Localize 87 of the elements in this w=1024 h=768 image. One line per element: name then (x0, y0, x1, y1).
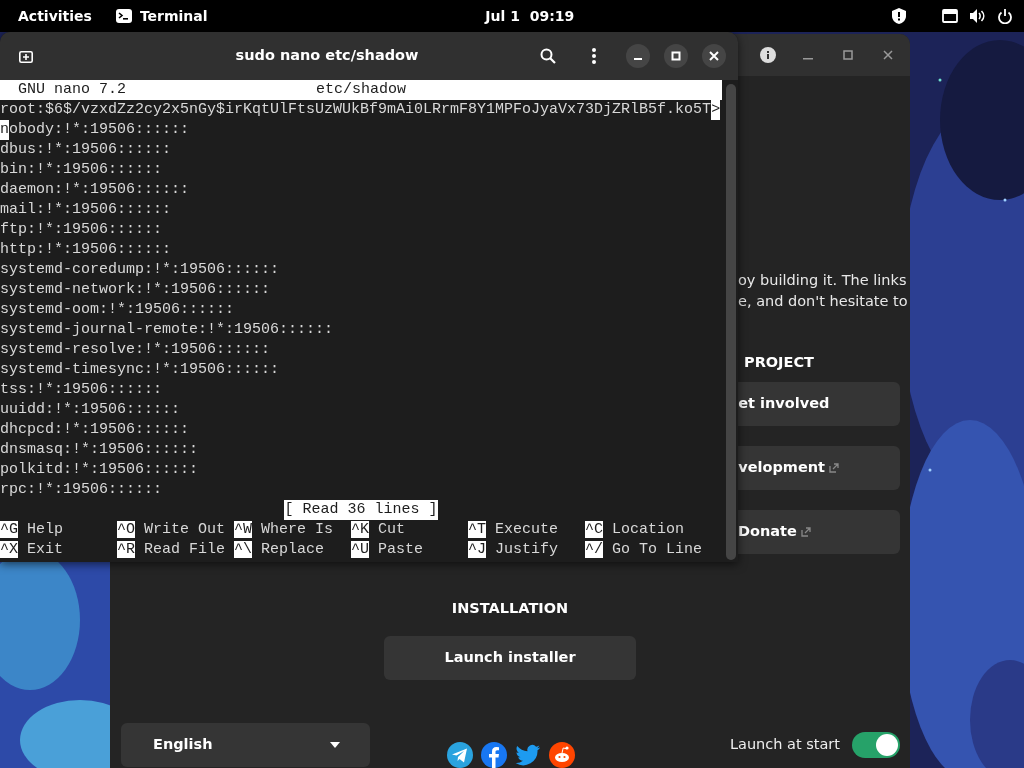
power-icon[interactable] (998, 8, 1012, 24)
shortcut-label: Location (612, 521, 685, 538)
search-icon (540, 48, 556, 64)
window-title: sudo nano etc/shadow (235, 46, 419, 66)
shortcut-label: Justify (495, 541, 559, 558)
clock[interactable]: Jul 1 09:19 (485, 5, 575, 27)
overflow-marker: > (711, 100, 721, 120)
close-icon (709, 51, 719, 61)
shield-icon[interactable] (892, 8, 906, 24)
project-link-button[interactable]: velopment (738, 446, 900, 491)
toggle-switch[interactable] (852, 732, 900, 758)
status-message: [ Read 36 lines ] (284, 500, 438, 520)
file-line: dhcpcd:!*:19506:::::: (0, 420, 190, 440)
caret-icon (330, 742, 340, 748)
section-heading: PROJECT (744, 354, 814, 371)
intro-text: e, and don't hesitate to (738, 292, 909, 312)
shortcut-key: ^K (351, 521, 369, 538)
section-heading: INSTALLATION (450, 599, 570, 619)
shortcut-key: ^W (234, 521, 252, 538)
paper-plane-icon[interactable] (447, 742, 473, 768)
minimize-icon (803, 57, 813, 60)
editor-version: GNU nano 7.2 (17, 80, 128, 100)
shortcut-key: ^C (585, 521, 603, 538)
file-line: root:$6$/vzxdZz2cy2x5nGy$irKqtUlFtsUzWUkBf9mAi0LRrmF8Y1MPFoJyaVx73DjZRlB5f.ko5T (0, 100, 712, 120)
shortcut-key: ^/ (585, 541, 603, 558)
file-line: systemd-coredump:!*:19506:::::: (0, 260, 280, 280)
app-menu[interactable]: Terminal (139, 5, 208, 27)
file-line: rpc:!*:19506:::::: (0, 480, 163, 500)
file-line: http:!*:19506:::::: (0, 240, 172, 260)
close-icon (883, 49, 893, 60)
shortcut-label: Go To Line (612, 541, 703, 558)
shortcut-label: Write Out (144, 521, 226, 538)
file-line: bin:!*:19506:::::: (0, 160, 163, 180)
file-line: ftp:!*:19506:::::: (0, 220, 163, 240)
shortcut-key: ^O (117, 521, 135, 538)
file-line: systemd-network:!*:19506:::::: (0, 280, 271, 300)
file-line: daemon:!*:19506:::::: (0, 180, 190, 200)
menu-icon (592, 48, 596, 64)
activities-button[interactable]: Activities (18, 5, 92, 27)
shortcut-label: Replace (261, 541, 325, 558)
file-line: mail:!*:19506:::::: (0, 200, 172, 220)
social-link-icon[interactable] (481, 742, 507, 768)
file-line: systemd-oom:!*:19506:::::: (0, 300, 235, 320)
shortcut-label: Exit (27, 541, 64, 558)
file-line: dbus:!*:19506:::::: (0, 140, 172, 160)
file-line: polkitd:!*:19506:::::: (0, 460, 199, 480)
launch-at-start-label: Launch at start (729, 735, 840, 755)
scrollbar[interactable] (726, 84, 736, 560)
new-tab-icon (19, 49, 33, 63)
minimize-button[interactable] (626, 44, 650, 68)
project-link-button[interactable]: et involved (738, 382, 900, 427)
shortcut-label: Cut (378, 521, 406, 538)
project-link-button[interactable]: Donate (738, 510, 900, 555)
shortcut-key: ^R (117, 541, 135, 558)
shortcut-key: ^T (468, 521, 486, 538)
shortcut-key: ^X (0, 541, 18, 558)
file-line: tss:!*:19506:::::: (0, 380, 163, 400)
shortcut-label: Execute (495, 521, 559, 538)
file-line: obody:!*:19506:::::: (9, 120, 190, 140)
file-line: systemd-journal-remote:!*:19506:::::: (0, 320, 334, 340)
language-dropdown[interactable]: English (121, 723, 370, 767)
text-cursor: n (0, 120, 9, 140)
shortcut-key: ^G (0, 521, 18, 538)
shortcut-label: Paste (378, 541, 424, 558)
maximize-button[interactable] (664, 44, 688, 68)
file-line: systemd-resolve:!*:19506:::::: (0, 340, 271, 360)
shortcut-label: Read File (144, 541, 226, 558)
file-line: systemd-timesync:!*:19506:::::: (0, 360, 280, 380)
close-button[interactable] (702, 44, 726, 68)
shortcut-key: ^\ (234, 541, 252, 558)
intro-text: oy building it. The links (738, 271, 908, 291)
terminal-icon (115, 9, 132, 23)
file-line: uuidd:!*:19506:::::: (0, 400, 181, 420)
minimize-icon (634, 58, 642, 60)
info-icon (760, 46, 776, 63)
alien-face-icon[interactable] (549, 742, 575, 768)
shortcut-label: Where Is (261, 521, 334, 538)
launch-installer-button[interactable]: Launch installer (384, 636, 636, 680)
maximize-icon (843, 49, 853, 60)
shortcut-label: Help (27, 521, 64, 538)
file-name: etc/shadow (316, 80, 406, 100)
shortcut-key: ^U (351, 541, 369, 558)
maximize-icon (671, 51, 681, 61)
bird-icon[interactable] (515, 742, 541, 768)
volume-icon[interactable] (970, 9, 986, 23)
shortcut-key: ^J (468, 541, 486, 558)
file-line: dnsmasq:!*:19506:::::: (0, 440, 199, 460)
